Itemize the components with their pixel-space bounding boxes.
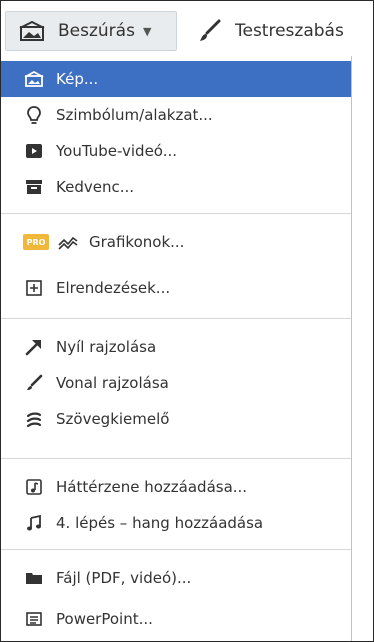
menu-item-label: Szimbólum/alakzat... <box>56 106 213 124</box>
chart-icon <box>57 231 79 253</box>
customize-label: Testreszabás <box>235 21 344 41</box>
powerpoint-icon <box>23 608 45 630</box>
insert-dropdown-menu: Kép... Szimbólum/alakzat... YouTube-vide… <box>1 56 352 641</box>
lightbulb-icon <box>23 104 45 126</box>
highlighter-icon <box>23 408 45 430</box>
menu-item-charts[interactable]: PRO Grafikonok... <box>1 224 351 260</box>
chevron-down-icon: ▼ <box>142 24 152 38</box>
folder-icon <box>23 567 45 589</box>
menu-divider <box>1 458 351 459</box>
menu-item-label: Fájl (PDF, videó)... <box>56 569 192 587</box>
menu-item-label: Háttérzene hozzáadása... <box>56 478 248 496</box>
menu-item-label: Nyíl rajzolása <box>56 338 157 356</box>
menu-divider <box>1 549 351 550</box>
brush-icon <box>197 19 223 43</box>
archive-icon <box>23 176 45 198</box>
plus-square-icon <box>23 277 45 299</box>
image-icon <box>18 20 46 42</box>
menu-item-draw-line[interactable]: Vonal rajzolása <box>1 365 351 401</box>
menu-item-label: Szövegkiemelő <box>56 410 170 428</box>
menu-item-label: Vonal rajzolása <box>56 374 169 392</box>
menu-divider <box>1 318 351 319</box>
menu-item-label: Elrendezések... <box>56 279 171 297</box>
menu-item-label: Grafikonok... <box>89 233 185 251</box>
menu-item-image[interactable]: Kép... <box>1 61 351 97</box>
menu-item-label: YouTube-videó... <box>56 142 178 160</box>
menu-item-layouts[interactable]: Elrendezések... <box>1 270 351 306</box>
insert-menu-button[interactable]: Beszúrás ▼ <box>5 11 177 51</box>
menu-item-add-audio[interactable]: 4. lépés – hang hozzáadása <box>1 505 351 541</box>
line-icon <box>23 372 45 394</box>
menu-item-label: Kép... <box>56 70 99 88</box>
music-file-icon <box>23 476 45 498</box>
menu-item-powerpoint[interactable]: PowerPoint... <box>1 601 351 637</box>
customize-button[interactable]: Testreszabás <box>197 11 344 51</box>
image-icon <box>23 68 45 90</box>
menu-item-background-music[interactable]: Háttérzene hozzáadása... <box>1 469 351 505</box>
toolbar: Beszúrás ▼ Testreszabás <box>1 1 373 57</box>
menu-item-label: PowerPoint... <box>56 610 153 628</box>
menu-item-label: 4. lépés – hang hozzáadása <box>56 514 264 532</box>
youtube-icon <box>23 140 45 162</box>
pro-badge: PRO <box>23 234 49 250</box>
arrow-icon <box>23 336 45 358</box>
menu-item-highlighter[interactable]: Szövegkiemelő <box>1 401 351 437</box>
insert-menu-label: Beszúrás <box>58 21 135 41</box>
menu-item-draw-arrow[interactable]: Nyíl rajzolása <box>1 329 351 365</box>
menu-item-youtube-video[interactable]: YouTube-videó... <box>1 133 351 169</box>
menu-item-symbol-shape[interactable]: Szimbólum/alakzat... <box>1 97 351 133</box>
menu-item-label: Kedvenc... <box>56 178 135 196</box>
menu-divider <box>1 213 351 214</box>
menu-item-favorite[interactable]: Kedvenc... <box>1 169 351 205</box>
menu-item-file[interactable]: Fájl (PDF, videó)... <box>1 560 351 596</box>
music-note-icon <box>23 512 45 534</box>
